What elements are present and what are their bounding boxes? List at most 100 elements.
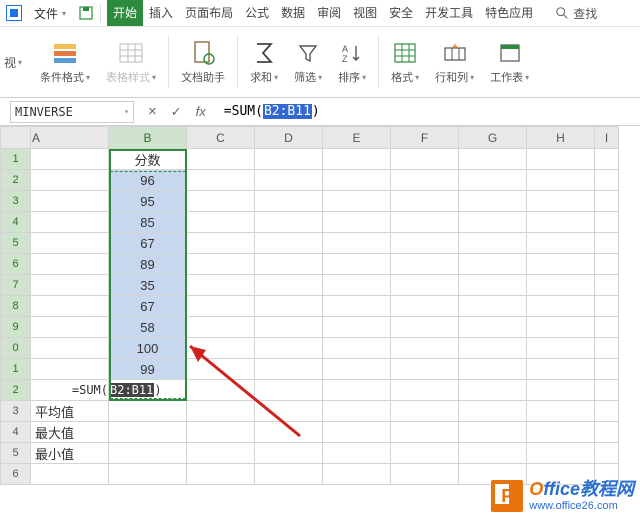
cell[interactable]	[255, 359, 323, 380]
cell[interactable]	[459, 149, 527, 170]
row-header[interactable]: 9	[1, 317, 31, 338]
save-icon[interactable]	[78, 5, 94, 21]
cell[interactable]	[31, 212, 109, 233]
row-header[interactable]: 1	[1, 149, 31, 170]
cell[interactable]	[595, 296, 619, 317]
col-header[interactable]: A	[31, 127, 109, 149]
sum-button[interactable]: 求和▾	[246, 37, 282, 87]
cell[interactable]	[187, 380, 255, 401]
cell[interactable]: 89	[109, 254, 187, 275]
cell[interactable]	[595, 317, 619, 338]
cell[interactable]: 100	[109, 338, 187, 359]
cell[interactable]	[323, 275, 391, 296]
tab-data[interactable]: 数据	[275, 0, 311, 26]
cell[interactable]	[595, 401, 619, 422]
cell[interactable]	[527, 233, 595, 254]
find-button[interactable]: 查找	[555, 5, 597, 22]
cell[interactable]	[595, 338, 619, 359]
cell[interactable]	[527, 443, 595, 464]
cell[interactable]	[31, 233, 109, 254]
conditional-format-button[interactable]: 条件格式▾	[36, 37, 94, 87]
cell[interactable]	[255, 380, 323, 401]
cell[interactable]	[459, 359, 527, 380]
cell[interactable]	[187, 233, 255, 254]
cell[interactable]	[459, 380, 527, 401]
cell[interactable]	[595, 212, 619, 233]
cell[interactable]	[109, 464, 187, 485]
row-header[interactable]: 7	[1, 275, 31, 296]
tab-security[interactable]: 安全	[383, 0, 419, 26]
cell[interactable]: 96	[109, 170, 187, 191]
cell[interactable]	[255, 149, 323, 170]
cell[interactable]	[595, 254, 619, 275]
row-header[interactable]: 8	[1, 296, 31, 317]
cell[interactable]	[255, 338, 323, 359]
cell[interactable]	[391, 212, 459, 233]
cell[interactable]: 85	[109, 212, 187, 233]
cell[interactable]	[391, 422, 459, 443]
cell[interactable]	[459, 191, 527, 212]
cell[interactable]	[527, 170, 595, 191]
cell[interactable]	[391, 401, 459, 422]
cell[interactable]	[31, 338, 109, 359]
cell[interactable]	[109, 443, 187, 464]
cell[interactable]	[527, 296, 595, 317]
cell[interactable]	[459, 212, 527, 233]
tab-special[interactable]: 特色应用	[479, 0, 539, 26]
formula-input[interactable]: =SUM(B2:B11)	[220, 104, 640, 119]
row-header[interactable]: 2	[1, 170, 31, 191]
col-header[interactable]: E	[323, 127, 391, 149]
cell[interactable]	[527, 338, 595, 359]
cell[interactable]	[31, 191, 109, 212]
cell[interactable]: 67	[109, 296, 187, 317]
cell[interactable]	[187, 191, 255, 212]
cell[interactable]	[187, 170, 255, 191]
cell[interactable]	[323, 401, 391, 422]
filter-button[interactable]: 筛选▾	[290, 37, 326, 87]
cell[interactable]	[595, 149, 619, 170]
cell[interactable]: 35	[109, 275, 187, 296]
cell[interactable]	[323, 233, 391, 254]
cell[interactable]: 平均值	[31, 401, 109, 422]
cell[interactable]	[527, 275, 595, 296]
cell[interactable]	[323, 149, 391, 170]
col-header[interactable]: C	[187, 127, 255, 149]
tab-insert[interactable]: 插入	[143, 0, 179, 26]
tab-formulas[interactable]: 公式	[239, 0, 275, 26]
cell[interactable]	[391, 443, 459, 464]
cell[interactable]	[187, 338, 255, 359]
cell[interactable]	[187, 443, 255, 464]
sheet-button[interactable]: 工作表▾	[486, 37, 533, 87]
cell[interactable]	[527, 317, 595, 338]
cell[interactable]: 分数	[109, 149, 187, 170]
cell[interactable]	[31, 317, 109, 338]
row-header[interactable]: 0	[1, 338, 31, 359]
cell[interactable]	[31, 296, 109, 317]
cell[interactable]	[595, 191, 619, 212]
cell[interactable]	[391, 380, 459, 401]
formula-cancel-button[interactable]: ×	[148, 103, 157, 120]
cell[interactable]	[323, 212, 391, 233]
cell[interactable]	[255, 233, 323, 254]
rowcol-button[interactable]: 行和列▾	[431, 37, 478, 87]
col-header[interactable]: H	[527, 127, 595, 149]
cell[interactable]	[187, 149, 255, 170]
cell[interactable]	[187, 254, 255, 275]
file-menu[interactable]: 文件 ▾	[28, 3, 72, 24]
col-header[interactable]: I	[595, 127, 619, 149]
row-header[interactable]: 4	[1, 422, 31, 443]
cell[interactable]	[527, 380, 595, 401]
cell[interactable]	[255, 401, 323, 422]
worksheet-grid[interactable]: A B C D E F G H I 1分数 296 395 485 567 68…	[0, 126, 640, 485]
cell[interactable]	[459, 275, 527, 296]
cell[interactable]	[323, 170, 391, 191]
cell[interactable]	[391, 359, 459, 380]
cell[interactable]	[187, 296, 255, 317]
cell[interactable]: 最小值	[31, 443, 109, 464]
cell[interactable]	[255, 443, 323, 464]
cell[interactable]	[391, 317, 459, 338]
cell[interactable]	[595, 170, 619, 191]
doc-helper-button[interactable]: 文档助手	[177, 37, 229, 87]
cell[interactable]	[459, 170, 527, 191]
cell[interactable]	[255, 191, 323, 212]
